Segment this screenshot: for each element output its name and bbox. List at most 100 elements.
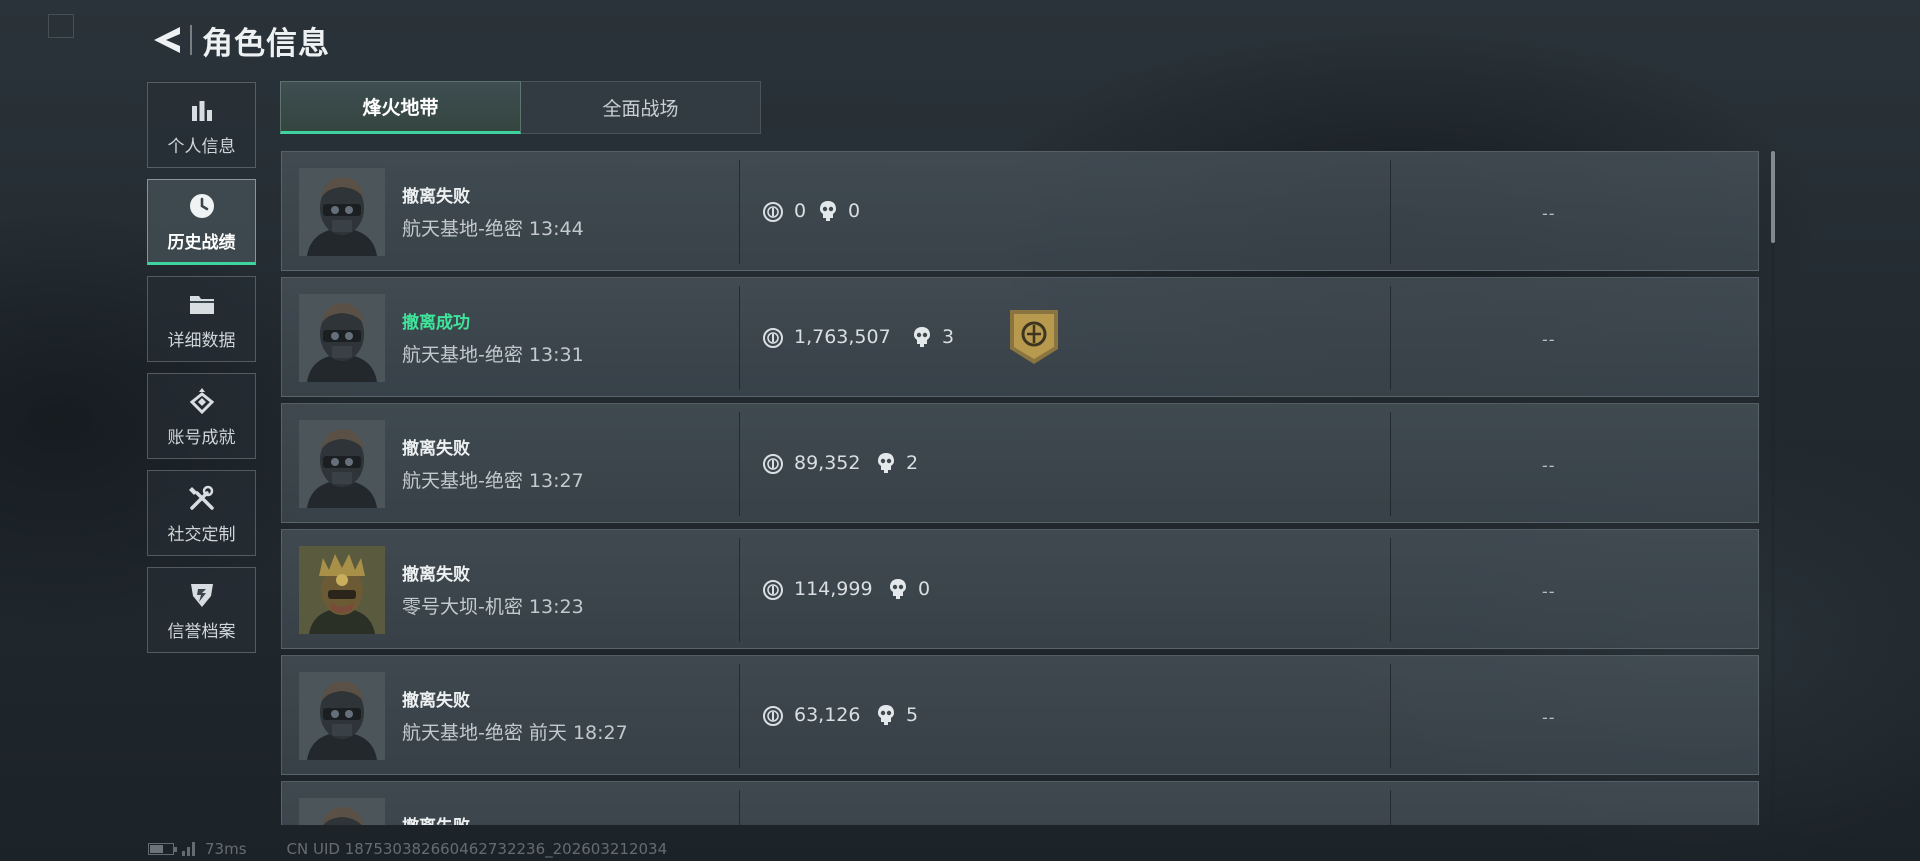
skull-icon <box>876 452 896 474</box>
sidebar-item-label: 详细数据 <box>167 330 236 351</box>
map-name: 航天基地-绝密 <box>402 218 523 240</box>
kill-count: 2 <box>906 452 919 474</box>
map-name: 航天基地-绝密 <box>402 470 523 492</box>
column-divider <box>739 286 740 390</box>
kill-count: 5 <box>906 704 919 726</box>
extracted-value: 0 <box>794 200 807 222</box>
extra-stat: -- <box>1542 456 1556 475</box>
operator-avatar <box>299 168 385 256</box>
map-name: 航天基地-绝密 <box>402 344 523 366</box>
match-row[interactable]: 撤离失败航天基地-绝密 13:44 0 0 -- <box>281 151 1759 271</box>
column-divider <box>1390 664 1391 768</box>
extraction-result: 撤离失败 <box>402 439 470 459</box>
operator-avatar <box>299 420 385 508</box>
column-divider <box>1390 286 1391 390</box>
back-button[interactable] <box>148 20 186 60</box>
extraction-result: 撤离失败 <box>402 691 470 711</box>
skull-icon <box>888 578 908 600</box>
shield-icon <box>186 579 218 611</box>
extraction-result: 撤离失败 <box>402 565 470 585</box>
column-divider <box>739 790 740 825</box>
map-name: 航天基地-绝密 <box>402 722 523 744</box>
column-divider <box>739 412 740 516</box>
sidebar-item-label: 信誉档案 <box>167 621 236 642</box>
sidebar-item-match-history[interactable]: 历史战绩 <box>147 179 256 265</box>
column-divider <box>1390 412 1391 516</box>
kill-count: 0 <box>918 578 931 600</box>
map-and-time: 航天基地-绝密 13:44 <box>402 214 584 241</box>
skull-icon <box>818 200 838 222</box>
sidebar-item-label: 个人信息 <box>167 136 236 157</box>
skull-icon <box>912 326 932 348</box>
extraction-result: 撤离失败 <box>402 187 470 207</box>
extracted-value: 1,763,507 <box>794 326 891 348</box>
sidebar-item-achievements[interactable]: 账号成就 <box>147 373 256 459</box>
match-time: 13:44 <box>528 218 584 240</box>
kill-count: 3 <box>942 326 955 348</box>
bar-chart-icon <box>186 94 218 126</box>
scrollbar-thumb[interactable] <box>1771 151 1775 243</box>
uid-label: CN UID 187530382660462732236_20260321203… <box>286 840 668 858</box>
tab-hazard-zone[interactable]: 烽火地带 <box>280 81 521 134</box>
match-row[interactable]: 撤离失败 <box>281 781 1759 825</box>
extracted-value: 63,126 <box>794 704 861 726</box>
signal-icon <box>182 842 195 856</box>
sidebar-item-social-custom[interactable]: 社交定制 <box>147 470 256 556</box>
column-divider <box>1390 790 1391 825</box>
sidebar-item-label: 社交定制 <box>167 524 236 545</box>
sidebar-item-label: 历史战绩 <box>167 232 236 253</box>
achievement-icon <box>186 385 218 417</box>
corner-frame-icon <box>48 14 74 38</box>
extra-stat: -- <box>1542 204 1556 223</box>
column-divider <box>739 160 740 264</box>
tools-icon <box>186 482 218 514</box>
operator-avatar <box>299 672 385 760</box>
sidebar-item-reputation[interactable]: 信誉档案 <box>147 567 256 653</box>
coin-icon <box>762 705 784 727</box>
sidebar-item-detailed-data[interactable]: 详细数据 <box>147 276 256 362</box>
extra-stat: -- <box>1542 330 1556 349</box>
extracted-value: 114,999 <box>794 578 873 600</box>
extraction-result: 撤离失败 <box>402 812 470 825</box>
coin-icon <box>762 453 784 475</box>
match-time: 13:27 <box>528 470 584 492</box>
folder-icon <box>186 288 218 320</box>
latency-readout: 73ms <box>205 840 247 858</box>
operator-avatar <box>299 294 385 382</box>
operator-avatar <box>299 546 385 634</box>
battery-icon <box>148 843 177 855</box>
extra-stat: -- <box>1542 582 1556 601</box>
map-and-time: 航天基地-绝密 13:31 <box>402 340 584 367</box>
map-and-time: 零号大坝-机密 13:23 <box>402 592 584 619</box>
sidebar-item-label: 账号成就 <box>167 427 236 448</box>
match-row[interactable]: 撤离失败航天基地-绝密 13:27 89,352 2 -- <box>281 403 1759 523</box>
status-footer: 73ms CN UID 187530382660462732236_202603… <box>148 839 667 859</box>
map-and-time: 航天基地-绝密 前天 18:27 <box>402 718 628 745</box>
column-divider <box>739 538 740 642</box>
column-divider <box>1390 538 1391 642</box>
page-title: 角色信息 <box>202 25 330 62</box>
tab-full-battlefield[interactable]: 全面战场 <box>521 81 761 134</box>
sidebar-item-personal-info[interactable]: 个人信息 <box>147 82 256 168</box>
match-row[interactable]: 撤离失败航天基地-绝密 前天 18:27 63,126 5 -- <box>281 655 1759 775</box>
map-and-time: 航天基地-绝密 13:27 <box>402 466 584 493</box>
operator-avatar <box>299 798 385 825</box>
column-divider <box>1390 160 1391 264</box>
extraction-result: 撤离成功 <box>402 313 470 333</box>
match-time: 前天 18:27 <box>528 722 628 744</box>
scrollbar[interactable] <box>1771 151 1775 825</box>
match-history-list: 撤离失败 航天基地-绝密 13:44 0 0 -- 撤离成功 航天基地-绝密 13:31 1,… <box>281 151 1759 825</box>
skull-icon <box>876 704 896 726</box>
page-header: 角色信息 <box>148 18 330 62</box>
match-time: 13:31 <box>528 344 584 366</box>
kill-count: 0 <box>848 200 861 222</box>
medal-badge-icon[interactable] <box>1007 307 1061 367</box>
mode-tabs: 烽火地带 全面战场 <box>280 81 761 134</box>
extra-stat: -- <box>1542 708 1556 727</box>
coin-icon <box>762 327 784 349</box>
coin-icon <box>762 201 784 223</box>
map-name: 零号大坝-机密 <box>402 596 523 618</box>
match-row[interactable]: 撤离成功航天基地-绝密 13:31 1,763,507 3 -- <box>281 277 1759 397</box>
match-row[interactable]: 撤离失败零号大坝-机密 13:23 114,999 0 -- <box>281 529 1759 649</box>
extracted-value: 89,352 <box>794 452 861 474</box>
